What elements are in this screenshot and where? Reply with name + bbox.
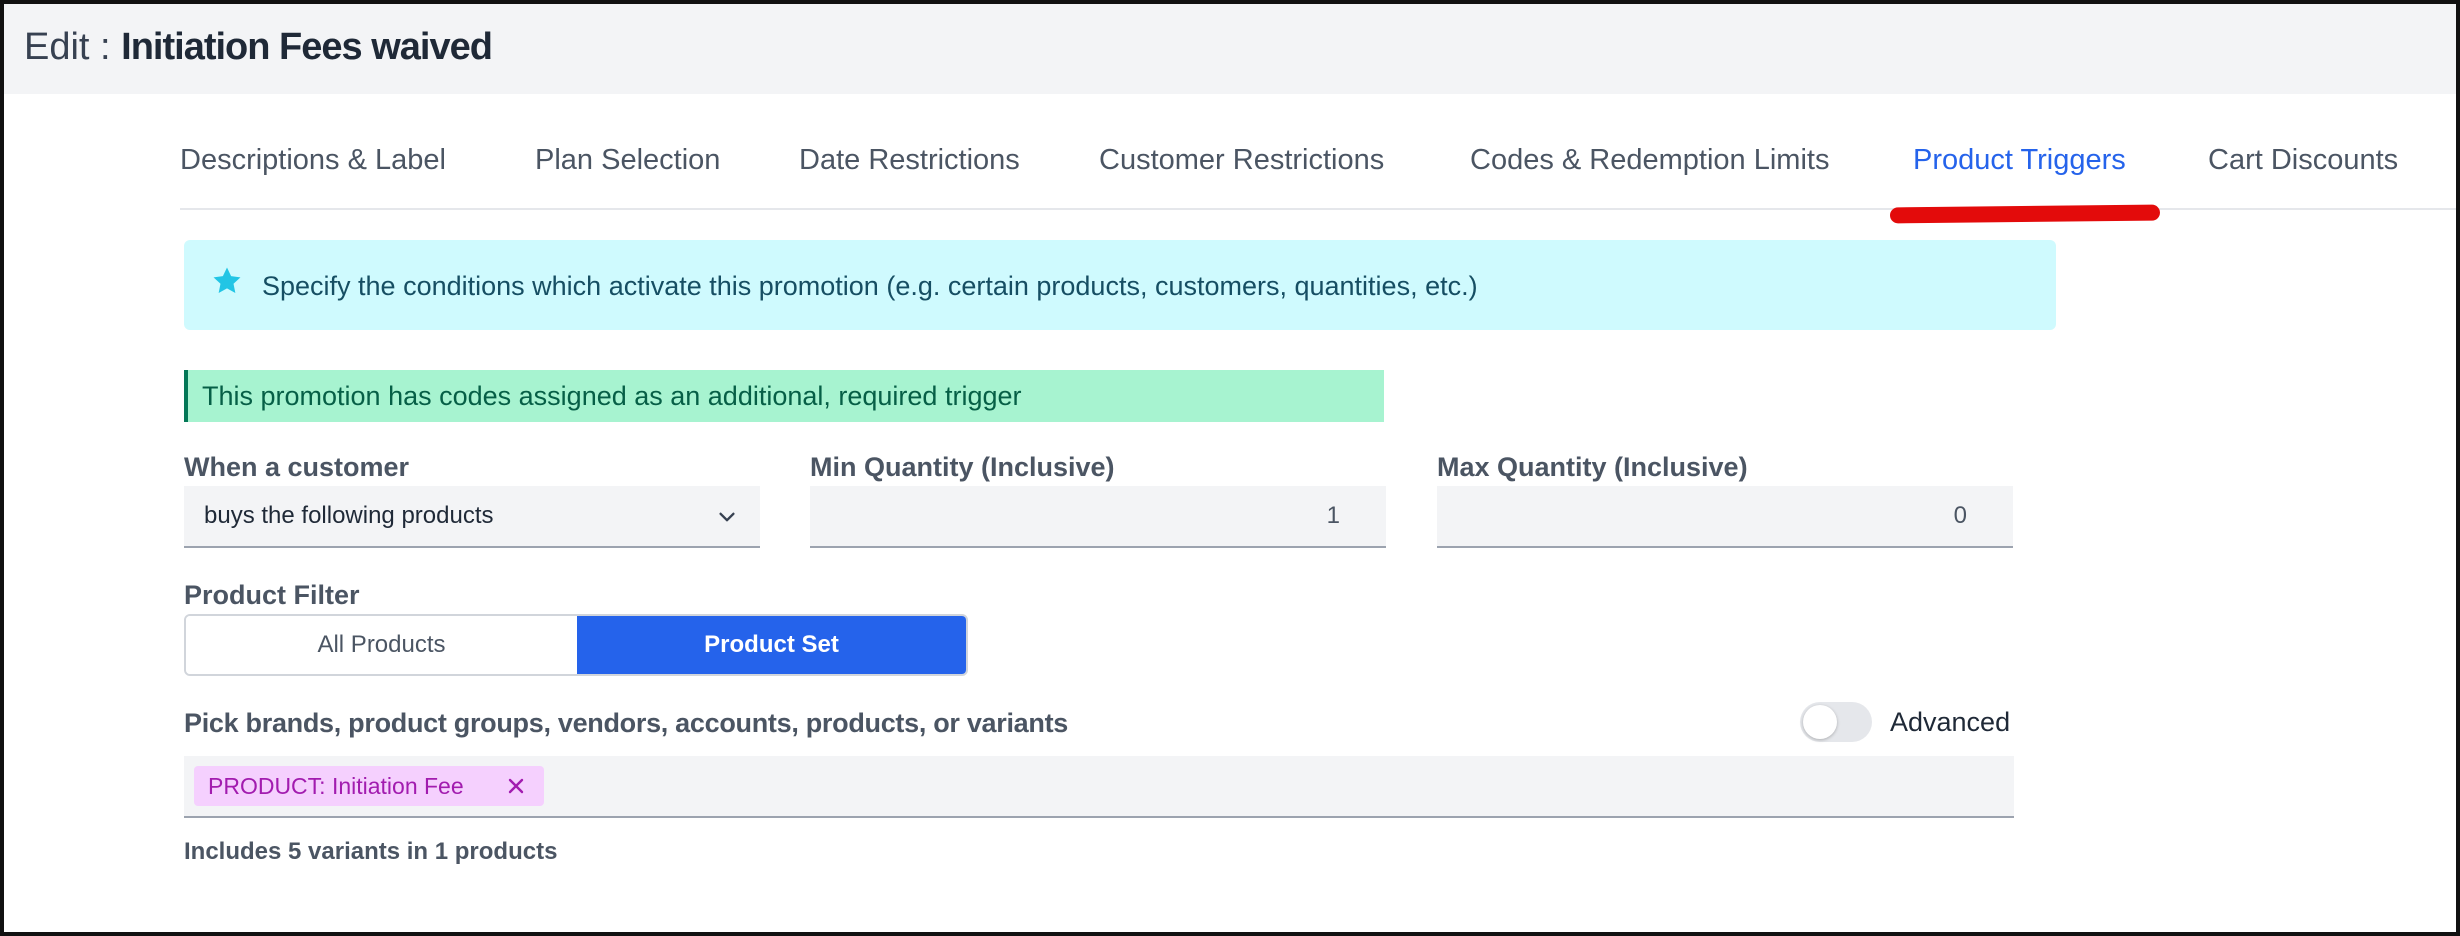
tab-cart-discounts[interactable]: Cart Discounts xyxy=(2208,140,2398,180)
variant-summary: Includes 5 variants in 1 products xyxy=(184,838,558,865)
remove-chip-icon[interactable] xyxy=(506,776,526,796)
when-customer-value: buys the following products xyxy=(204,502,494,529)
tab-date-restrictions[interactable]: Date Restrictions xyxy=(799,140,1020,180)
all-products-button[interactable]: All Products xyxy=(186,616,577,674)
min-quantity-input[interactable]: 1 xyxy=(810,486,1386,548)
product-picker-input[interactable]: PRODUCT: Initiation Fee xyxy=(184,756,2014,818)
product-filter-label: Product Filter xyxy=(184,580,360,610)
chip-label: PRODUCT: Initiation Fee xyxy=(208,773,464,799)
promotion-name: Initiation Fees waived xyxy=(121,26,493,68)
toggle-knob xyxy=(1803,705,1837,739)
info-callout: Specify the conditions which activate th… xyxy=(184,240,2056,330)
tab-product-triggers[interactable]: Product Triggers xyxy=(1913,140,2126,180)
tab-descriptions-label[interactable]: Descriptions & Label xyxy=(180,140,446,180)
when-customer-label: When a customer xyxy=(184,452,410,482)
max-quantity-input[interactable]: 0 xyxy=(1437,486,2013,548)
selected-product-chip: PRODUCT: Initiation Fee xyxy=(194,766,544,806)
tab-codes-redemption-limits[interactable]: Codes & Redemption Limits xyxy=(1470,140,1829,180)
red-annotation-underline xyxy=(1889,204,2161,224)
star-icon xyxy=(213,267,241,294)
advanced-toggle[interactable] xyxy=(1800,702,1872,742)
product-set-button[interactable]: Product Set xyxy=(577,616,966,674)
max-quantity-value: 0 xyxy=(1953,502,1967,529)
advanced-label: Advanced xyxy=(1890,707,2011,737)
info-text: Specify the conditions which activate th… xyxy=(262,271,1478,301)
chevron-down-icon xyxy=(719,512,735,522)
page-title-prefix: Edit : xyxy=(24,26,122,68)
tab-plan-selection[interactable]: Plan Selection xyxy=(535,140,720,180)
tab-customer-restrictions[interactable]: Customer Restrictions xyxy=(1099,140,1384,180)
when-customer-select[interactable]: buys the following products xyxy=(184,486,760,548)
min-quantity-value: 1 xyxy=(1326,502,1340,529)
picker-label: Pick brands, product groups, vendors, ac… xyxy=(184,708,1068,738)
page-header: Edit : Initiation Fees waived xyxy=(4,4,2456,94)
tab-bar: Descriptions & Label Plan Selection Date… xyxy=(180,94,2456,210)
min-quantity-label: Min Quantity (Inclusive) xyxy=(810,452,1115,482)
max-quantity-label: Max Quantity (Inclusive) xyxy=(1437,452,1748,482)
page-frame: Edit : Initiation Fees waived Descriptio… xyxy=(0,0,2460,936)
codes-notice: This promotion has codes assigned as an … xyxy=(184,370,1384,422)
product-filter-toggle: All Products Product Set xyxy=(184,614,968,676)
page-title: Edit : Initiation Fees waived xyxy=(24,22,493,72)
